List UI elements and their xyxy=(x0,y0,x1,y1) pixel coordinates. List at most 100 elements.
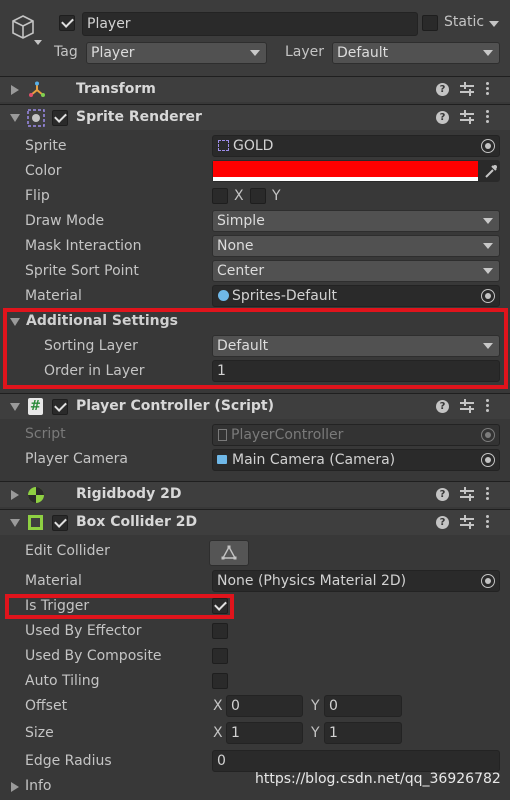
offset-y-field[interactable]: 0 xyxy=(324,695,402,717)
gameobject-active-checkbox[interactable] xyxy=(59,15,75,31)
transform-icon xyxy=(28,81,46,99)
offset-x-label[interactable]: X xyxy=(213,698,223,714)
edit-collider-button[interactable] xyxy=(209,540,249,566)
more-options-icon[interactable] xyxy=(486,399,490,413)
foldout-open-icon[interactable] xyxy=(10,114,20,122)
foldout-closed-icon[interactable] xyxy=(11,490,19,500)
foldout-open-icon[interactable] xyxy=(10,403,20,411)
object-picker-icon[interactable] xyxy=(481,574,495,588)
collider-material-field[interactable]: None (Physics Material 2D) xyxy=(212,570,500,592)
icon-dropdown-arrow[interactable] xyxy=(34,40,42,45)
flip-y-checkbox[interactable] xyxy=(250,188,266,204)
flip-y-label: Y xyxy=(272,188,281,204)
auto-tiling-checkbox[interactable] xyxy=(212,673,228,689)
help-icon[interactable]: ? xyxy=(436,83,449,96)
static-label: Static xyxy=(444,14,485,30)
more-options-icon[interactable] xyxy=(486,82,490,96)
material-label: Material xyxy=(25,288,82,304)
object-picker-icon[interactable] xyxy=(481,289,495,303)
help-icon[interactable]: ? xyxy=(436,516,449,529)
mask-interaction-label: Mask Interaction xyxy=(25,238,142,254)
highlight-box-additional-settings xyxy=(3,308,508,389)
size-label: Size xyxy=(25,725,54,741)
player-camera-field[interactable]: Main Camera (Camera) xyxy=(212,449,500,471)
sprite-renderer-icon xyxy=(27,109,45,127)
box-collider-2d-title: Box Collider 2D xyxy=(76,514,198,530)
player-controller-header[interactable]: # Player Controller (Script) ? xyxy=(0,393,510,419)
help-icon[interactable]: ? xyxy=(436,400,449,413)
used-by-effector-label: Used By Effector xyxy=(25,623,142,639)
draw-mode-value: Simple xyxy=(217,213,265,229)
gameobject-name-field[interactable]: Player xyxy=(82,12,418,36)
object-picker-icon[interactable] xyxy=(481,139,495,153)
foldout-open-icon[interactable] xyxy=(10,519,20,527)
sprite-renderer-enabled-checkbox[interactable] xyxy=(52,110,68,126)
check-icon xyxy=(54,515,67,528)
box-collider-enabled-checkbox[interactable] xyxy=(52,515,68,531)
sprite-sort-point-label: Sprite Sort Point xyxy=(25,263,139,279)
transform-header[interactable]: Transform ? xyxy=(0,76,510,102)
collider-material-label: Material xyxy=(25,573,82,589)
edit-collider-label: Edit Collider xyxy=(25,543,110,559)
sprite-field[interactable]: GOLD xyxy=(212,135,500,157)
check-icon xyxy=(54,110,67,123)
rigidbody-icon xyxy=(27,486,45,504)
help-icon[interactable]: ? xyxy=(436,488,449,501)
used-by-composite-checkbox[interactable] xyxy=(212,648,228,664)
sprite-renderer-title: Sprite Renderer xyxy=(76,109,202,125)
gameobject-cube-icon xyxy=(10,14,36,40)
script-asset-icon xyxy=(218,429,227,441)
sprite-renderer-header[interactable]: Sprite Renderer ? xyxy=(0,104,510,130)
draw-mode-label: Draw Mode xyxy=(25,213,105,229)
eyedropper-icon[interactable] xyxy=(484,163,498,179)
static-dropdown-arrow[interactable] xyxy=(489,21,499,27)
preset-icon[interactable] xyxy=(460,399,474,413)
help-icon[interactable]: ? xyxy=(436,111,449,124)
more-options-icon[interactable] xyxy=(486,487,490,501)
layer-dropdown[interactable]: Default xyxy=(332,42,500,64)
used-by-effector-checkbox[interactable] xyxy=(212,623,228,639)
script-value: PlayerController xyxy=(231,427,344,443)
preset-icon[interactable] xyxy=(460,82,474,96)
tag-value: Player xyxy=(91,45,135,61)
object-picker-icon[interactable] xyxy=(481,453,495,467)
edge-radius-field[interactable]: 0 xyxy=(212,750,500,772)
check-icon xyxy=(61,15,74,28)
preset-icon[interactable] xyxy=(460,515,474,529)
size-y-label[interactable]: Y xyxy=(311,725,320,741)
more-options-icon[interactable] xyxy=(486,110,490,124)
size-x-field[interactable]: 1 xyxy=(226,722,303,744)
static-checkbox[interactable] xyxy=(422,15,438,31)
script-label: Script xyxy=(25,426,66,442)
edge-radius-label: Edge Radius xyxy=(25,753,112,769)
material-field[interactable]: Sprites-Default xyxy=(212,285,500,307)
tag-dropdown[interactable]: Player xyxy=(86,42,267,64)
player-camera-label: Player Camera xyxy=(25,451,128,467)
mask-interaction-dropdown[interactable]: None xyxy=(212,235,500,257)
more-options-icon[interactable] xyxy=(486,515,490,529)
player-controller-enabled-checkbox[interactable] xyxy=(52,399,68,415)
chevron-down-icon xyxy=(483,268,493,274)
rigidbody-2d-title: Rigidbody 2D xyxy=(76,486,182,502)
flip-x-checkbox[interactable] xyxy=(212,188,228,204)
size-x-label[interactable]: X xyxy=(213,725,223,741)
rigidbody-2d-header[interactable]: Rigidbody 2D ? xyxy=(0,481,510,507)
box-collider-2d-header[interactable]: Box Collider 2D ? xyxy=(0,509,510,535)
foldout-closed-icon[interactable] xyxy=(11,85,19,95)
offset-x-field[interactable]: 0 xyxy=(226,695,303,717)
info-label[interactable]: Info xyxy=(25,778,52,794)
draw-mode-dropdown[interactable]: Simple xyxy=(212,210,500,232)
preset-icon[interactable] xyxy=(460,110,474,124)
color-field[interactable] xyxy=(212,160,500,182)
info-foldout-icon[interactable] xyxy=(11,782,19,792)
layer-value: Default xyxy=(337,45,389,61)
size-y-field[interactable]: 1 xyxy=(324,722,402,744)
chevron-down-icon xyxy=(483,218,493,224)
color-label: Color xyxy=(25,163,62,179)
preset-icon[interactable] xyxy=(460,487,474,501)
used-by-composite-label: Used By Composite xyxy=(25,648,162,664)
sprite-sort-point-dropdown[interactable]: Center xyxy=(212,260,500,282)
chevron-down-icon xyxy=(250,50,260,56)
offset-y-label[interactable]: Y xyxy=(311,698,320,714)
flip-label: Flip xyxy=(25,188,50,204)
